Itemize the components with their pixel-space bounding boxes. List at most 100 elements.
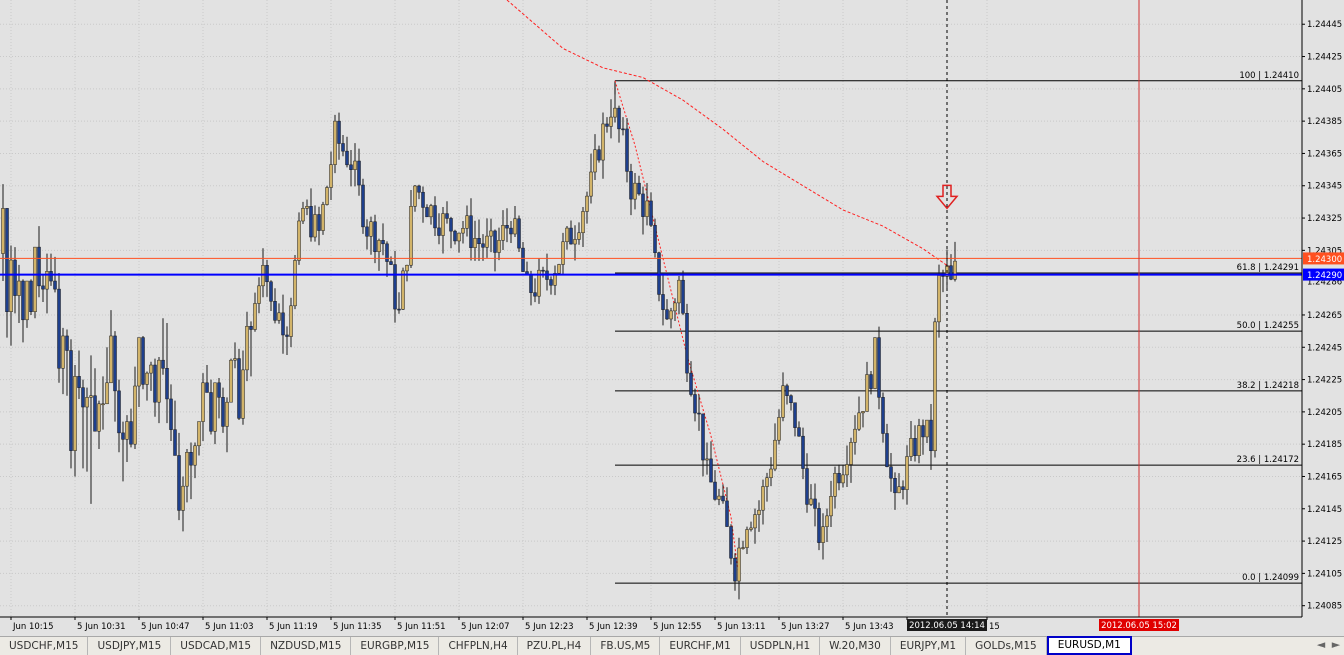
y-tick-label: 1.24345 xyxy=(1307,182,1342,192)
x-tick-label: 5 Jun 10:47 xyxy=(141,622,190,632)
candle-bull-body xyxy=(321,204,325,231)
candle-bear-body xyxy=(517,218,521,249)
candle xyxy=(293,254,297,310)
candle-bull-body xyxy=(333,120,337,165)
price-chart[interactable]: 100 | 1.24410 61.8 | 1.24291 50.0 | 1.2425… xyxy=(0,0,1344,636)
candle-bull-body xyxy=(213,382,217,432)
candle-bull-body xyxy=(501,225,505,241)
x-tick-label: 5 Jun 10:31 xyxy=(77,622,126,632)
candle-bear-body xyxy=(349,164,353,170)
candle-bear-body xyxy=(877,337,881,398)
y-tick-label: 1.24085 xyxy=(1307,602,1342,612)
candle-bear-body xyxy=(509,227,513,235)
candle-bull-body xyxy=(277,312,281,321)
x-tick-label: 5 Jun 13:43 xyxy=(845,622,894,632)
y-tick-label: 1.24445 xyxy=(1307,20,1342,30)
candle xyxy=(321,201,325,235)
chart-tab[interactable]: USDCHF,M15 xyxy=(0,637,89,655)
candle-bear-body xyxy=(13,259,17,296)
candle-bear-body xyxy=(469,215,473,248)
candle-bear-body xyxy=(733,557,737,582)
candle-bull-body xyxy=(573,239,577,245)
candle-bear-body xyxy=(161,359,165,369)
candle-bull-body xyxy=(85,397,89,408)
candle-bear-body xyxy=(533,292,537,297)
y-tick-label: 1.24245 xyxy=(1307,343,1342,353)
chart-tab[interactable]: EURUSD,M1 xyxy=(1046,636,1132,655)
candle-bear-body xyxy=(69,350,73,451)
candle-bull-body xyxy=(9,259,13,312)
candle-bear-body xyxy=(805,468,809,505)
candle-bull-body xyxy=(181,485,185,511)
x-tick-label: 5 Jun 12:55 xyxy=(653,622,702,632)
scroll-right-icon[interactable]: ► xyxy=(1330,638,1342,651)
candle-bear-body xyxy=(901,486,905,490)
candle xyxy=(237,348,241,420)
fib-level-label: 0.0 | 1.24099 xyxy=(1242,573,1299,583)
fib-level-label: 50.0 | 1.24255 xyxy=(1237,321,1299,331)
candle-bull-body xyxy=(741,547,745,549)
candle-bull-body xyxy=(25,280,29,321)
scroll-left-icon[interactable]: ◄ xyxy=(1315,638,1327,651)
candle-bull-body xyxy=(849,442,853,465)
candle-bear-body xyxy=(417,185,421,193)
chart-tab[interactable]: USDCAD,M15 xyxy=(171,637,262,655)
candle-bear-body xyxy=(653,225,657,253)
chart-tab[interactable]: USDJPY,M15 xyxy=(88,637,172,655)
chart-tab[interactable]: PZU.PL,H4 xyxy=(518,637,592,655)
candle-bull-body xyxy=(89,395,93,398)
candle-bear-body xyxy=(621,128,625,131)
candle-bull-body xyxy=(669,310,673,320)
candle-bear-body xyxy=(425,207,429,218)
candle-bear-body xyxy=(785,385,789,396)
chart-tab[interactable]: GOLDs,M15 xyxy=(966,637,1047,655)
candle-bear-body xyxy=(221,397,225,427)
candle-bull-body xyxy=(229,359,233,403)
candle-bull-body xyxy=(853,428,857,443)
chart-tab[interactable]: EURGBP,M15 xyxy=(351,637,440,655)
candle-bear-body xyxy=(65,335,69,351)
candle-bear-body xyxy=(929,419,933,452)
y-tick-label: 1.24185 xyxy=(1307,440,1342,450)
candle-bull-body xyxy=(233,358,237,361)
candle-bull-body xyxy=(781,385,785,418)
candle-bear-body xyxy=(165,368,169,400)
chart-tab[interactable]: W.20,M30 xyxy=(820,637,891,655)
x-tick-label: 5 Jun 13:11 xyxy=(717,622,766,632)
candle-bull-body xyxy=(757,509,761,515)
candle-bull-body xyxy=(401,270,405,310)
candle-bull-body xyxy=(489,230,493,237)
candle-bull-body xyxy=(821,526,825,543)
candle-bear-body xyxy=(337,120,341,144)
candle-bull-body xyxy=(485,235,489,248)
time-axis-labels: Jun 10:15 5 Jun 10:31 5 Jun 10:47 5 Jun 11:… xyxy=(10,617,1000,632)
x-tick-label: Jun 10:15 xyxy=(12,622,53,632)
candle-bear-body xyxy=(529,274,533,293)
chart-tab[interactable]: NZDUSD,M15 xyxy=(261,637,352,655)
candle xyxy=(557,263,561,275)
candle-bull-body xyxy=(825,515,829,527)
candle xyxy=(33,246,37,319)
candle-bear-body xyxy=(729,526,733,559)
candle-bear-body xyxy=(373,221,377,252)
candle-bull-body xyxy=(457,232,461,242)
candle-bear-body xyxy=(5,208,9,312)
candle-bear-body xyxy=(117,390,121,434)
candle-bull-body xyxy=(561,241,565,265)
candle-bear-body xyxy=(701,413,705,461)
candle-bull-body xyxy=(429,205,433,218)
candle-bear-body xyxy=(661,294,665,310)
y-tick-label: 1.24145 xyxy=(1307,505,1342,515)
chart-tab[interactable]: EURJPY,M1 xyxy=(891,637,967,655)
y-tick-label: 1.24265 xyxy=(1307,311,1342,321)
candle-bull-body xyxy=(109,335,113,384)
chart-tab[interactable]: USDPLN,H1 xyxy=(741,637,821,655)
chart-tab[interactable]: CHFPLN,H4 xyxy=(439,637,518,655)
candle-bull-body xyxy=(133,385,137,445)
chart-tab[interactable]: EURCHF,M1 xyxy=(660,637,741,655)
candle-bull-body xyxy=(829,496,833,517)
chart-tab[interactable]: FB.US,M5 xyxy=(591,637,661,655)
candle xyxy=(657,251,661,302)
candle-bear-body xyxy=(357,160,361,186)
candle-bear-body xyxy=(921,425,925,438)
